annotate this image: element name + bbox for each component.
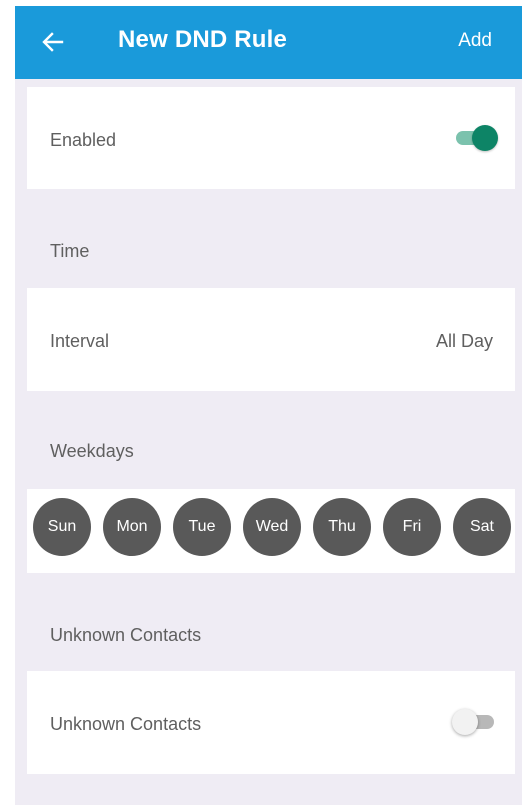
back-button[interactable] xyxy=(33,24,73,60)
day-sun[interactable]: Sun xyxy=(33,498,91,556)
add-button[interactable]: Add xyxy=(458,30,492,52)
day-fri[interactable]: Fri xyxy=(383,498,441,556)
interval-label: Interval xyxy=(50,331,110,351)
toggle-thumb xyxy=(472,125,498,151)
weekdays-card: Sun Mon Tue Wed Thu Fri Sat xyxy=(27,489,515,573)
toggle-thumb xyxy=(452,709,478,735)
unknown-contacts-toggle[interactable] xyxy=(452,708,498,736)
day-sat[interactable]: Sat xyxy=(453,498,511,556)
time-section-header: Time xyxy=(50,241,90,261)
unknown-contacts-label: Unknown Contacts xyxy=(50,714,202,734)
enabled-card: Enabled xyxy=(27,87,515,189)
interval-row[interactable]: Interval All Day xyxy=(27,288,515,391)
day-mon[interactable]: Mon xyxy=(103,498,161,556)
day-tue[interactable]: Tue xyxy=(173,498,231,556)
page-title: New DND Rule xyxy=(118,26,288,53)
enabled-toggle[interactable] xyxy=(452,124,498,152)
day-thu[interactable]: Thu xyxy=(313,498,371,556)
arrow-left-icon xyxy=(42,32,64,52)
screen: New DND Rule Add Enabled Time Interval A… xyxy=(15,6,522,805)
day-wed[interactable]: Wed xyxy=(243,498,301,556)
enabled-label: Enabled xyxy=(50,130,117,150)
unknown-contacts-card: Unknown Contacts xyxy=(27,671,515,774)
unknown-contacts-section-header: Unknown Contacts xyxy=(50,625,202,645)
weekday-selector: Sun Mon Tue Wed Thu Fri Sat xyxy=(33,498,511,556)
interval-value: All Day xyxy=(435,331,493,351)
app-bar: New DND Rule Add xyxy=(15,6,522,79)
weekdays-section-header: Weekdays xyxy=(50,441,134,461)
